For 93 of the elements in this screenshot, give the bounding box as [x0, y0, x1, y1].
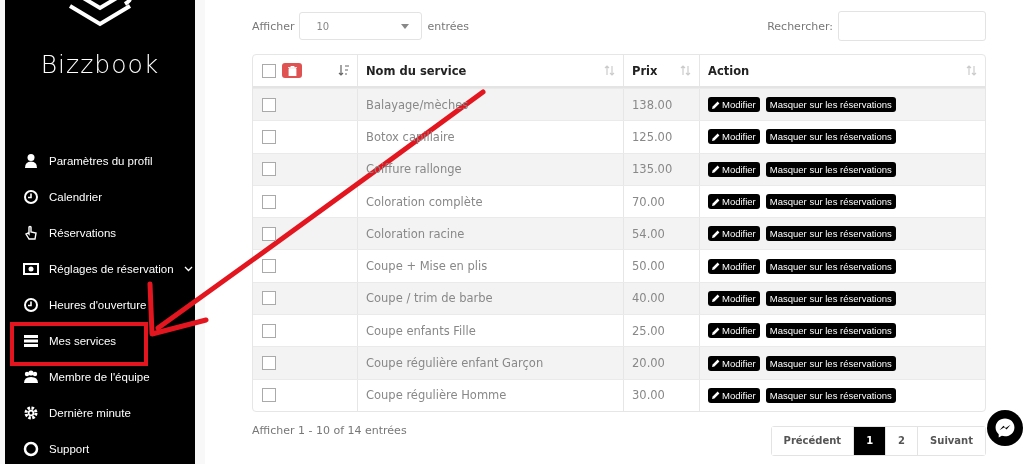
pencil-icon — [712, 132, 720, 141]
service-name: Coupe régulière enfant Garçon — [366, 356, 544, 370]
hide-button[interactable]: Masquer sur les réservations — [765, 387, 896, 403]
edit-button[interactable]: Modifier — [708, 387, 760, 403]
sort-icon[interactable] — [338, 65, 349, 76]
price: 135.00 — [632, 162, 673, 177]
chevron-down-icon — [183, 266, 193, 272]
edit-button[interactable]: Modifier — [708, 129, 760, 145]
gear-icon — [23, 405, 39, 421]
row-checkbox[interactable] — [262, 259, 276, 274]
row-checkbox[interactable] — [262, 291, 276, 306]
price: 40.00 — [632, 291, 665, 306]
row-checkbox[interactable] — [262, 97, 276, 112]
price: 30.00 — [632, 388, 665, 403]
sidebar-item[interactable]: Support — [5, 431, 195, 464]
hide-button[interactable]: Masquer sur les réservations — [765, 290, 896, 306]
hide-button[interactable]: Masquer sur les réservations — [765, 161, 896, 177]
pencil-icon — [712, 197, 720, 206]
sidebar-item[interactable]: Réglages de réservation — [5, 251, 195, 287]
sidebar-item[interactable]: Paramètres du profil — [5, 143, 195, 179]
pencil-icon — [712, 326, 720, 335]
edit-button[interactable]: Modifier — [708, 161, 760, 177]
edit-button[interactable]: Modifier — [708, 290, 760, 306]
table-info: Afficher 1 - 10 of 14 entrées — [252, 423, 407, 437]
page-button[interactable]: Suivant — [917, 426, 985, 455]
sidebar-item[interactable]: Calendrier — [5, 179, 195, 215]
clock-icon — [23, 189, 39, 205]
pencil-icon — [712, 229, 720, 238]
pencil-icon — [712, 262, 720, 271]
price: 125.00 — [632, 129, 673, 144]
hide-button[interactable]: Masquer sur les réservations — [765, 97, 896, 113]
row-checkbox[interactable] — [262, 356, 276, 370]
price: 70.00 — [632, 194, 665, 209]
price: 25.00 — [632, 323, 665, 338]
row-checkbox[interactable] — [262, 226, 276, 241]
column-header[interactable]: Prix — [632, 63, 658, 78]
pencil-icon — [712, 165, 720, 174]
pencil-icon — [712, 294, 720, 303]
messenger-icon — [994, 417, 1016, 439]
entries-dropdown[interactable]: 10 — [299, 12, 423, 40]
service-name: Coupe régulière Homme — [366, 388, 507, 403]
edit-button[interactable]: Modifier — [708, 258, 760, 274]
trash-icon — [287, 65, 297, 76]
pencil-icon — [712, 359, 720, 367]
service-name: Coupe / trim de barbe — [366, 291, 493, 306]
service-name: Coupe + Mise en plis — [366, 259, 488, 274]
search-label: Rechercher: — [767, 19, 833, 33]
sidebar-item[interactable]: Dernière minute — [5, 395, 195, 431]
hide-button[interactable]: Masquer sur les réservations — [765, 323, 896, 339]
select-all-checkbox[interactable] — [262, 63, 276, 78]
brand-name: Bizzbook — [40, 50, 160, 79]
banknote-icon — [23, 261, 39, 277]
price: 54.00 — [632, 226, 665, 241]
clock-icon — [23, 297, 39, 313]
price: 50.00 — [632, 259, 665, 274]
edit-button[interactable]: Modifier — [708, 97, 760, 113]
hide-button[interactable]: Masquer sur les réservations — [765, 355, 896, 371]
service-name: Coloration racine — [366, 226, 465, 241]
pencil-icon — [712, 100, 720, 109]
delete-button[interactable] — [282, 63, 302, 78]
hide-button[interactable]: Masquer sur les réservations — [765, 226, 896, 242]
column-header[interactable]: Action — [708, 63, 750, 78]
row-checkbox[interactable] — [262, 323, 276, 338]
sidebar-item[interactable]: Membre de l'équipe — [5, 359, 195, 395]
hide-button[interactable]: Masquer sur les réservations — [765, 194, 896, 210]
service-name: Coupe enfants Fille — [366, 323, 476, 338]
show-label: Afficher — [252, 19, 295, 33]
row-checkbox[interactable] — [262, 129, 276, 144]
sidebar-item[interactable]: Réservations — [5, 215, 195, 251]
search-field[interactable] — [838, 11, 986, 41]
row-checkbox[interactable] — [262, 194, 276, 209]
user-icon — [23, 153, 39, 169]
edit-button[interactable]: Modifier — [708, 355, 760, 371]
list-icon — [23, 333, 39, 349]
group-icon — [23, 369, 39, 385]
price: 20.00 — [632, 356, 665, 370]
hide-button[interactable]: Masquer sur les réservations — [765, 258, 896, 274]
sidebar-item[interactable]: Mes services — [5, 323, 195, 359]
hide-button[interactable]: Masquer sur les réservations — [765, 129, 896, 145]
column-header[interactable]: Nom du service — [366, 63, 467, 78]
edit-button[interactable]: Modifier — [708, 323, 760, 339]
row-checkbox[interactable] — [262, 162, 276, 177]
pencil-icon — [712, 391, 720, 400]
page-button[interactable]: 1 — [853, 426, 886, 455]
sidebar-item[interactable]: Heures d'ouverture — [5, 287, 195, 323]
caret-icon — [401, 23, 410, 29]
entries-label: entrées — [427, 19, 470, 33]
service-name: Coloration complète — [366, 194, 483, 209]
hand-icon — [23, 225, 39, 241]
price: 138.00 — [632, 97, 673, 112]
row-checkbox[interactable] — [262, 388, 276, 403]
edit-button[interactable]: Modifier — [708, 194, 760, 210]
edit-button[interactable]: Modifier — [708, 226, 760, 242]
